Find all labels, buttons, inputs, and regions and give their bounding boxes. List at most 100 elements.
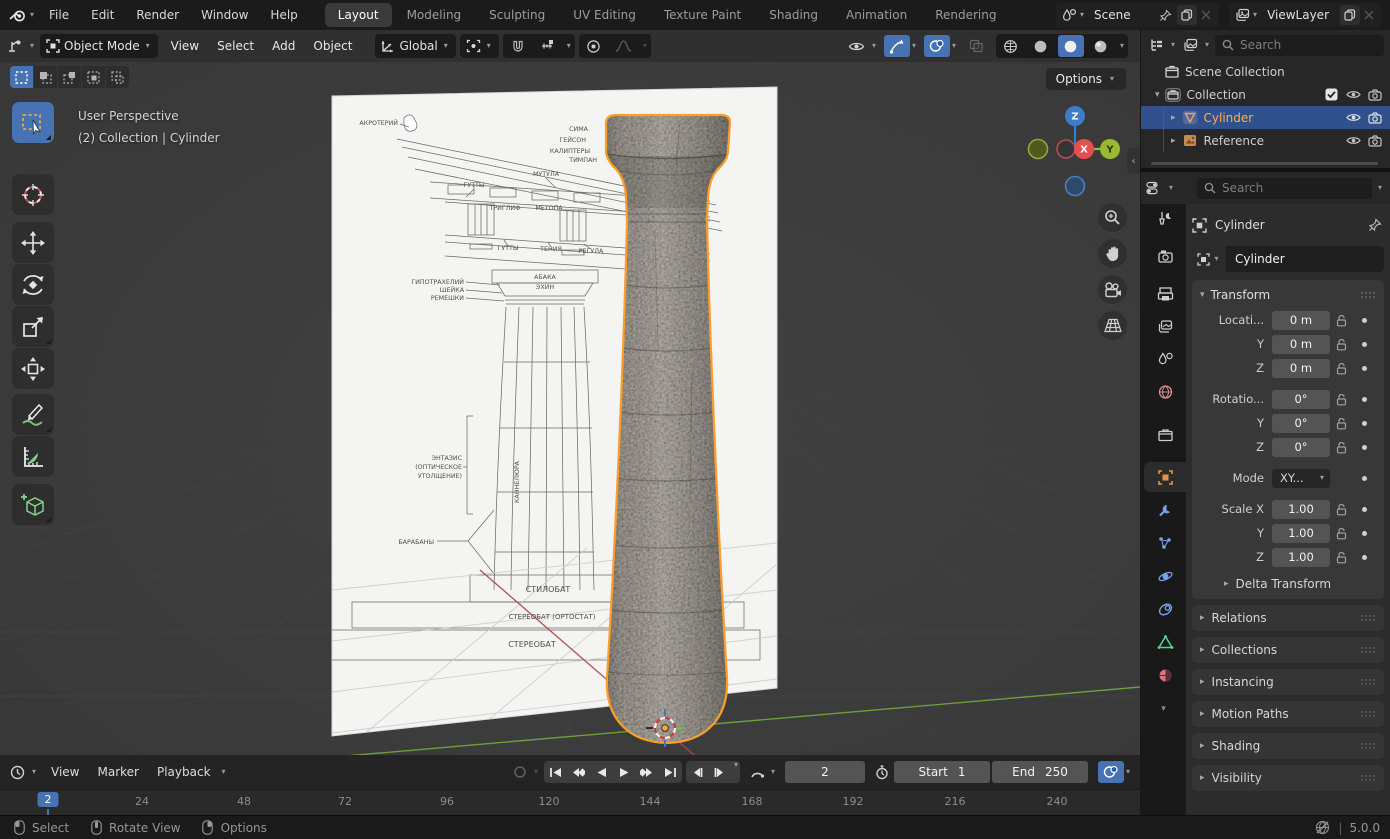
properties-tab-material[interactable] [1144, 660, 1186, 690]
drag-handle-icon[interactable] [1360, 742, 1376, 750]
ruler-tick[interactable]: 192 [843, 795, 864, 808]
animate-dot[interactable] [1362, 506, 1367, 512]
lock-toggle[interactable] [1330, 338, 1352, 351]
chevron-down-icon[interactable]: ▾ [1118, 42, 1126, 50]
jump-to-end-button[interactable] [659, 761, 682, 783]
outliner-row-collection[interactable]: ▾ Collection [1141, 83, 1390, 106]
rotation-mode-dropdown[interactable]: XY... ▾ [1272, 468, 1330, 488]
ruler-tick[interactable]: 24 [135, 795, 149, 808]
animate-dot[interactable] [1362, 530, 1367, 536]
animate-dot[interactable] [1362, 396, 1367, 402]
value-field[interactable]: 0 m [1272, 310, 1330, 330]
chevron-down-icon[interactable]: ▾ [1124, 768, 1132, 776]
workspace-tab-modeling[interactable]: Modeling [394, 3, 475, 27]
drag-handle-icon[interactable] [1360, 291, 1376, 299]
drag-handle-icon[interactable] [1360, 646, 1376, 654]
expand-arrow-icon[interactable]: ▸ [1171, 113, 1176, 123]
select-mode-new[interactable] [10, 66, 33, 88]
new-viewlayer-button[interactable] [1340, 5, 1360, 25]
properties-tab-tool[interactable] [1144, 203, 1186, 233]
menu-playback[interactable]: Playback [148, 761, 220, 783]
menu-view[interactable]: View [162, 35, 208, 57]
menu-file[interactable]: File [38, 4, 80, 26]
select-mode-invert[interactable] [82, 66, 105, 88]
chevron-down-icon[interactable]: ▾ [565, 42, 573, 50]
transform-panel-header[interactable]: ▾ Transform [1198, 286, 1378, 308]
pan-hand-button[interactable] [1098, 239, 1127, 268]
eye-icon[interactable] [1344, 135, 1362, 146]
chevron-down-icon[interactable]: ▾ [769, 768, 777, 776]
tool-cursor[interactable] [12, 174, 54, 215]
timeline-overlay-toggle[interactable] [1097, 761, 1124, 783]
viewlayer-name[interactable]: ViewLayer [1259, 8, 1337, 22]
start-frame-field[interactable]: Start 1 [893, 761, 990, 783]
object-name-field[interactable]: ▾ Cylinder [1192, 246, 1384, 272]
show-gizmo-toggle[interactable] [883, 35, 910, 57]
properties-tab-output[interactable] [1144, 279, 1186, 309]
object-visibility-icon[interactable] [844, 35, 870, 57]
value-field[interactable]: 1.00 [1272, 523, 1330, 543]
checkbox-icon[interactable] [1322, 88, 1340, 101]
camera-visibility-icon[interactable] [1366, 88, 1384, 101]
animate-dot[interactable] [1362, 341, 1367, 347]
tool-transform[interactable] [12, 348, 54, 389]
workspace-tab-layout[interactable]: Layout [324, 3, 392, 27]
scene-selector[interactable]: ▾ Scene [1056, 3, 1220, 27]
proportional-icon[interactable] [581, 35, 607, 57]
chevron-down-icon[interactable]: ▾ [910, 42, 918, 50]
timeline-ruler[interactable]: 2 24 48 72 96 120 144 168 192 216 240 [0, 789, 1140, 816]
end-frame-field[interactable]: End 250 [991, 761, 1088, 783]
properties-tab-view-layer[interactable] [1144, 312, 1186, 342]
animate-dot[interactable] [1362, 365, 1367, 371]
lock-toggle[interactable] [1330, 527, 1352, 540]
panel-relations[interactable]: ▸ Relations [1192, 605, 1384, 631]
object-name-value[interactable]: Cylinder [1226, 252, 1294, 266]
blender-logo-icon[interactable] [8, 6, 26, 24]
chevron-down-icon[interactable]: ▾ [950, 42, 958, 50]
animate-dot[interactable] [1362, 554, 1367, 560]
shading-wireframe-button[interactable] [998, 35, 1024, 57]
menu-window[interactable]: Window [190, 4, 259, 26]
mode-selector[interactable]: Object Mode ▾ [40, 34, 158, 58]
outliner-row-scene-collection[interactable]: Scene Collection [1141, 60, 1390, 83]
proportional-editing[interactable]: ▾ [578, 34, 651, 58]
current-frame-field[interactable]: 2 [784, 761, 865, 783]
drag-handle-icon[interactable] [1360, 710, 1376, 718]
value-field[interactable]: 0° [1272, 389, 1330, 409]
drag-handle-icon[interactable] [1360, 614, 1376, 622]
lock-toggle[interactable] [1330, 362, 1352, 375]
timeline-editor-icon[interactable] [8, 763, 26, 781]
outliner-editor-icon[interactable] [1147, 36, 1165, 54]
menu-select[interactable]: Select [208, 35, 263, 57]
xray-toggle[interactable] [964, 35, 990, 57]
tool-move[interactable] [12, 222, 54, 263]
menu-marker[interactable]: Marker [89, 761, 148, 783]
animate-dot[interactable] [1362, 317, 1367, 323]
chevron-down-icon[interactable]: ▾ [28, 11, 36, 19]
chevron-down-icon[interactable]: ▾ [532, 768, 540, 776]
select-mode-intersect[interactable] [106, 66, 129, 88]
properties-tab-particles[interactable] [1144, 528, 1186, 558]
drag-handle-icon[interactable] [1360, 774, 1376, 782]
panel-collections[interactable]: ▸ Collections [1192, 637, 1384, 663]
expand-arrow-icon[interactable]: ▾ [1155, 90, 1160, 100]
ruler-tick[interactable]: 144 [640, 795, 661, 808]
auto-keyframe-toggle[interactable] [509, 761, 532, 783]
prev-keyframe-button[interactable] [567, 761, 590, 783]
play-reverse-button[interactable] [590, 761, 613, 783]
chevron-down-icon[interactable]: ▾ [870, 42, 878, 50]
ruler-tick[interactable]: 216 [945, 795, 966, 808]
shading-solid-button[interactable] [1028, 35, 1054, 57]
eye-icon[interactable] [1344, 112, 1362, 123]
new-scene-button[interactable] [1177, 5, 1198, 25]
outliner-row-reference[interactable]: ▸ Reference [1141, 129, 1390, 152]
chevron-down-icon[interactable]: ▾ [1203, 41, 1211, 49]
lock-toggle[interactable] [1330, 441, 1352, 454]
magnet-icon[interactable] [505, 35, 531, 57]
menu-add[interactable]: Add [263, 35, 304, 57]
animate-dot[interactable] [1362, 475, 1367, 481]
pivot-point[interactable]: ▾ [459, 34, 499, 58]
properties-editor-icon[interactable] [1145, 179, 1163, 197]
tool-scale[interactable] [12, 306, 54, 347]
camera-visibility-icon[interactable] [1366, 111, 1384, 124]
